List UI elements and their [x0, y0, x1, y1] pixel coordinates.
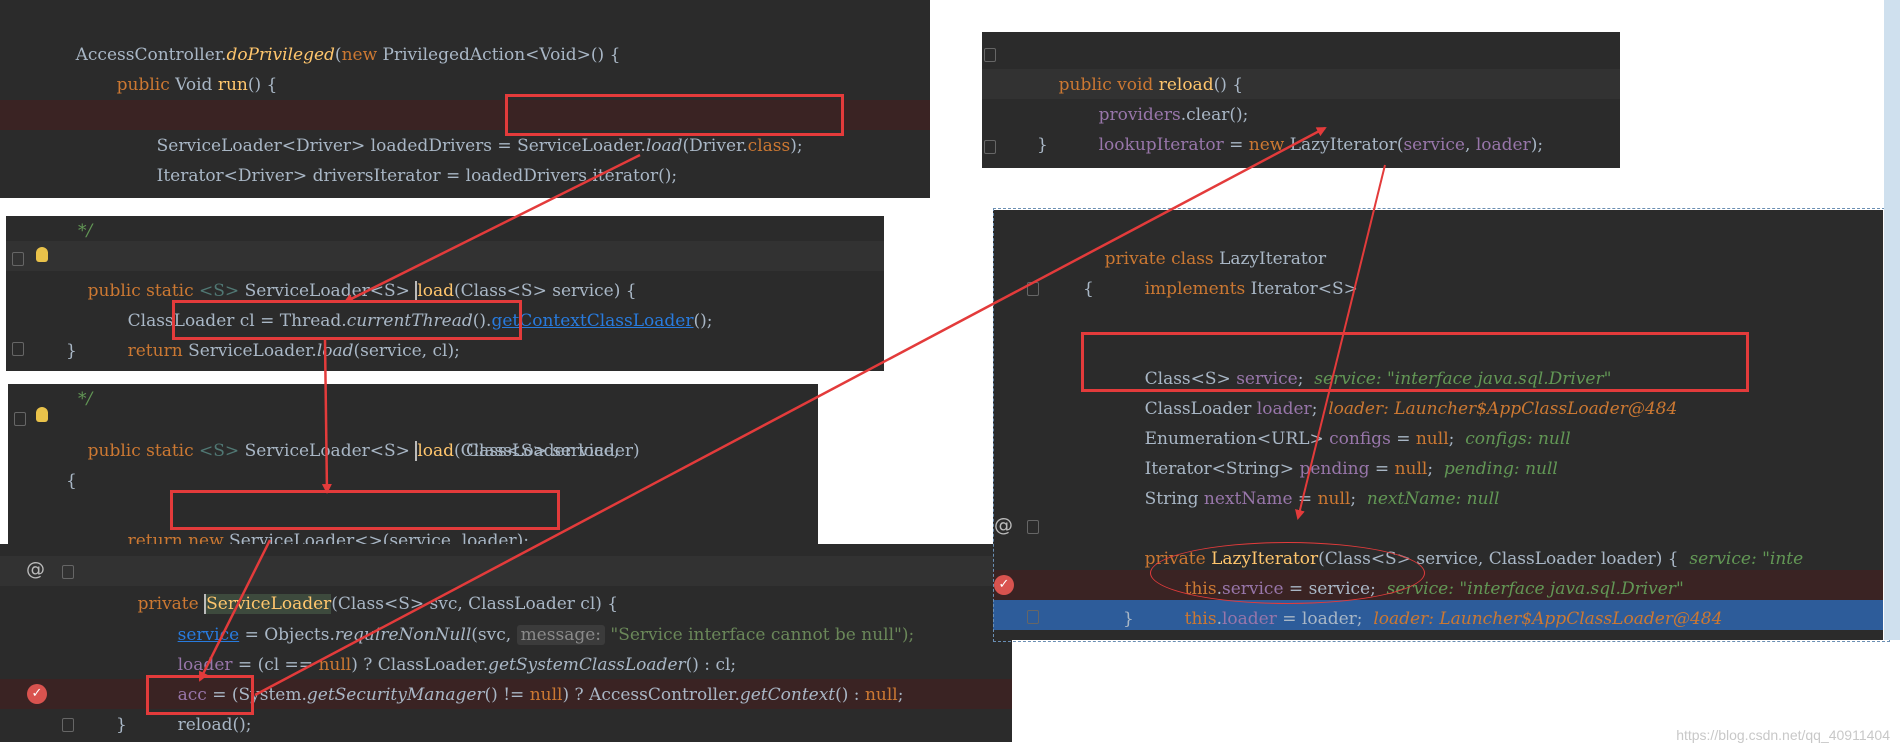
- fold-icon[interactable]: [12, 252, 24, 266]
- code-line: lookupIterator = new LazyIterator(servic…: [1098, 135, 1544, 155]
- fold-icon[interactable]: [14, 412, 26, 426]
- fold-icon[interactable]: [62, 718, 74, 732]
- code-line: ClassLoader loader): [466, 441, 640, 461]
- code-line: }: [66, 341, 77, 361]
- code-line: }: [1037, 135, 1048, 155]
- doc-comment: */: [78, 221, 93, 241]
- fold-icon[interactable]: [984, 140, 996, 154]
- annotation-box: [170, 490, 560, 530]
- lightbulb-icon[interactable]: [36, 407, 48, 422]
- code-panel-load-single: */ public static <S> ServiceLoader<S> lo…: [6, 216, 884, 371]
- annotation-box: [172, 300, 522, 340]
- code-panel-load-with-loader: */ public static <S> ServiceLoader<S> lo…: [8, 384, 818, 544]
- fold-icon[interactable]: [12, 342, 24, 356]
- annotation-box: [505, 94, 844, 136]
- fold-icon[interactable]: [984, 48, 996, 62]
- code-line: {: [66, 471, 77, 491]
- override-icon[interactable]: @: [26, 558, 45, 580]
- watermark: https://blog.csdn.net/qq_40911404: [1676, 727, 1890, 743]
- annotation-box: [146, 675, 254, 715]
- fold-icon[interactable]: [62, 565, 74, 579]
- selection-border: [993, 208, 1890, 642]
- code-line: Iterator<Driver> driversIterator = loade…: [156, 166, 678, 186]
- breakpoint-icon[interactable]: ✓: [27, 684, 47, 704]
- scrollbar[interactable]: [1884, 0, 1900, 640]
- code-line: acc = (System.getSecurityManager() != nu…: [177, 685, 904, 705]
- lightbulb-icon[interactable]: [36, 247, 48, 262]
- code-panel-doprivileged: AccessController.doPrivileged(new Privil…: [0, 0, 930, 198]
- code-line: }: [116, 715, 127, 735]
- code-panel-constructor: @ private ServiceLoader(Class<S> svc, Cl…: [0, 544, 1012, 742]
- code-panel-reload: public void reload() { providers.clear()…: [982, 32, 1620, 168]
